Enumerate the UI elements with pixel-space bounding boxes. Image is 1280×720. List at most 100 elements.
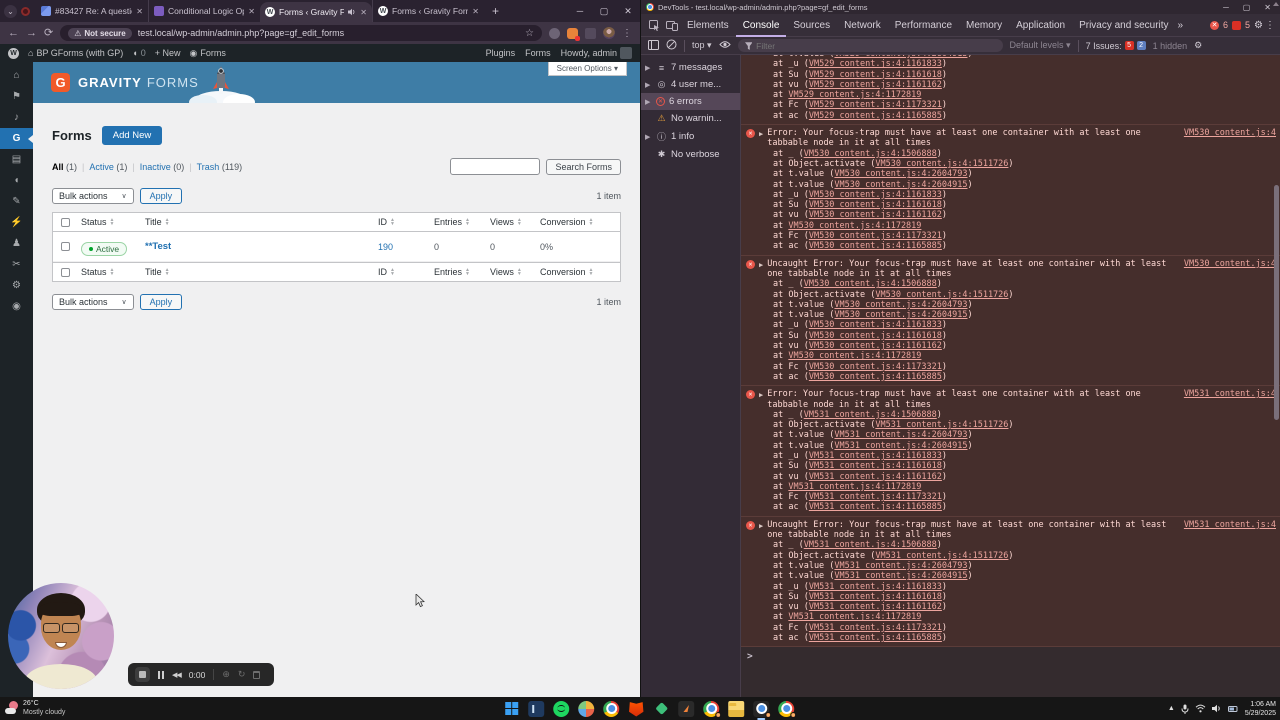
console-filter-item[interactable]: ▶ ≡ 7 messages bbox=[641, 59, 740, 76]
devtools-tab-console[interactable]: Console bbox=[736, 14, 787, 37]
minimize-button[interactable]: ─ bbox=[568, 6, 592, 17]
restart-icon[interactable]: ↻ bbox=[238, 669, 246, 680]
tab-audio-icon[interactable] bbox=[348, 8, 356, 16]
console-error-message[interactable]: ✕ ▶ Error: Your focus-trap must have at … bbox=[741, 125, 1280, 256]
console-sidebar-toggle-icon[interactable] bbox=[648, 39, 659, 52]
console-filter-item[interactable]: ▶ ◎ 4 user me... bbox=[641, 76, 740, 93]
clock-widget[interactable]: 1:06 AM 5/29/2025 bbox=[1245, 700, 1276, 718]
chrome-profile-2-icon[interactable] bbox=[753, 700, 772, 720]
trash-icon[interactable] bbox=[253, 670, 261, 679]
error-count-icon[interactable]: ✕ bbox=[1210, 20, 1219, 30]
console-prompt[interactable]: > bbox=[741, 647, 1280, 663]
console-filter-item[interactable]: ▶ ✱ No verbose bbox=[641, 146, 740, 163]
stack-frame-link[interactable]: VM531 content.js:4:2604793 bbox=[834, 430, 967, 440]
sidebar-item-tools[interactable]: ✂ bbox=[0, 254, 33, 275]
column-header-entries[interactable]: Entries ▲ ▼ bbox=[434, 217, 490, 227]
spotify-icon[interactable] bbox=[553, 700, 570, 717]
bulk-actions-select[interactable]: Bulk actions ∨ bbox=[52, 294, 134, 310]
brave-icon[interactable] bbox=[629, 702, 644, 717]
browser-tab[interactable]: #83427 Re: A question about G ✕ bbox=[36, 0, 148, 22]
clear-console-icon[interactable] bbox=[666, 39, 677, 52]
filter-link[interactable]: Active (1) bbox=[89, 162, 139, 172]
stack-frame-link[interactable]: VM531 content.js:4:1506888 bbox=[804, 410, 937, 420]
sidebar-item-media[interactable]: ♪ bbox=[0, 107, 33, 128]
console-filter-item[interactable]: ▶ ✕ 6 errors bbox=[641, 93, 740, 110]
reload-button[interactable]: ⟳ bbox=[44, 27, 53, 39]
sort-arrows-icon[interactable]: ▲ ▼ bbox=[465, 218, 470, 227]
form-title-link[interactable]: **Test bbox=[145, 241, 378, 252]
stack-frame-link[interactable]: VM529 content.js:4:1165885 bbox=[809, 111, 942, 121]
back-button[interactable]: ← bbox=[8, 27, 19, 39]
expand-triangle-icon[interactable]: ▶ bbox=[759, 390, 763, 400]
stack-frame-link[interactable]: VM531 content.js:4:1173321 bbox=[809, 492, 942, 502]
chrome-profile-3-icon[interactable] bbox=[778, 700, 797, 718]
sort-arrows-icon[interactable]: ▲ ▼ bbox=[110, 268, 115, 277]
stack-frame-link[interactable]: VM531 content.js:4:2604793 bbox=[834, 561, 967, 571]
stack-frame-link[interactable]: VM530 content.js:4:1511726 bbox=[875, 290, 1008, 300]
column-header-views[interactable]: Views ▲ ▼ bbox=[490, 217, 540, 227]
console-error-message[interactable]: ✕ ▶ Uncaught Error: Your focus-trap must… bbox=[741, 516, 1280, 648]
stack-frame-link[interactable]: VM530 content.js:4:1165885 bbox=[809, 241, 942, 251]
browser-tab[interactable]: Forms ‹ Gravity Forms ‹ BP ✕ bbox=[260, 2, 372, 22]
sort-arrows-icon[interactable]: ▲ ▼ bbox=[390, 218, 395, 227]
start-icon[interactable] bbox=[503, 701, 519, 717]
sidebar-item-posts[interactable]: ⚑ bbox=[0, 86, 33, 107]
tab-close-icon[interactable]: ✕ bbox=[248, 7, 255, 16]
column-header-id[interactable]: ID ▲ ▼ bbox=[378, 217, 434, 227]
stack-frame-link[interactable]: VM531 content.js:4:1161833 bbox=[809, 582, 942, 592]
snagit-icon[interactable] bbox=[678, 700, 695, 717]
stack-frame-link[interactable]: VM530 content.js:4:1173321 bbox=[809, 231, 942, 241]
apply-button[interactable]: Apply bbox=[139, 188, 183, 204]
maximize-button[interactable]: ▢ bbox=[592, 6, 616, 17]
stack-frame-link[interactable]: VM530 content.js:4:1172819 bbox=[788, 351, 921, 361]
expand-triangle-icon[interactable]: ▶ bbox=[759, 521, 763, 531]
tray-chevron-icon[interactable]: ▲ bbox=[1168, 705, 1175, 712]
devtools-tab-sources[interactable]: Sources bbox=[786, 14, 837, 37]
sidebar-item-gravity-forms[interactable]: G bbox=[0, 128, 33, 149]
stop-button[interactable] bbox=[135, 667, 150, 682]
sidebar-item-appearance[interactable]: ✎ bbox=[0, 191, 33, 212]
address-bar[interactable]: ⚠ Not secure test.local/wp-admin/admin.p… bbox=[60, 25, 542, 41]
stack-frame-link[interactable]: VM530 content.js:4:1161162 bbox=[809, 210, 942, 220]
stack-frame-link[interactable]: VM529 content.js:4:1161833 bbox=[809, 59, 942, 69]
console-error-message[interactable]: at t.value (VM529 content.js:4:2604915) … bbox=[741, 55, 1280, 126]
stack-frame-link[interactable]: VM530 content.js:4:2604915 bbox=[834, 310, 967, 320]
chrome-icon[interactable] bbox=[603, 700, 620, 717]
bulk-actions-select[interactable]: Bulk actions ∨ bbox=[52, 188, 134, 204]
sidebar-item-settings[interactable]: ⚙ bbox=[0, 275, 33, 296]
forward-button[interactable]: → bbox=[26, 27, 37, 39]
expand-triangle-icon[interactable]: ▶ bbox=[759, 129, 763, 139]
search-input[interactable] bbox=[450, 158, 541, 175]
eye-icon[interactable] bbox=[718, 40, 731, 51]
stack-frame-link[interactable]: VM529 content.js:4:1161618 bbox=[809, 70, 942, 80]
search-forms-button[interactable]: Search Forms bbox=[546, 158, 621, 175]
draw-tool-icon[interactable]: ⊕ bbox=[222, 669, 230, 680]
devtools-menu-icon[interactable]: ⋮ bbox=[1265, 20, 1275, 31]
pause-button[interactable] bbox=[158, 670, 164, 679]
stack-frame-link[interactable]: VM530 content.js:4:2604793 bbox=[834, 300, 967, 310]
device-toolbar-icon[interactable] bbox=[663, 20, 680, 31]
issue-count-icon[interactable] bbox=[1232, 20, 1242, 30]
extension-icon[interactable] bbox=[549, 27, 560, 39]
stack-frame-link[interactable]: VM529 content.js:4:1161162 bbox=[809, 80, 942, 90]
wordpress-logo-icon[interactable] bbox=[8, 47, 19, 59]
source-link[interactable]: VM530 content.js:4 bbox=[1184, 259, 1276, 269]
stack-frame-link[interactable]: VM530 content.js:4:1161833 bbox=[809, 190, 942, 200]
column-header-views[interactable]: Views ▲ ▼ bbox=[490, 267, 540, 277]
select-all-checkbox[interactable] bbox=[61, 217, 70, 227]
row-checkbox[interactable] bbox=[61, 242, 70, 251]
stack-frame-link[interactable]: VM529 content.js:4:1173321 bbox=[809, 100, 942, 110]
stack-frame-link[interactable]: VM530 content.js:4:1165885 bbox=[809, 372, 942, 382]
select-all-checkbox[interactable] bbox=[61, 267, 70, 277]
stack-frame-link[interactable]: VM531 content.js:4:1511726 bbox=[875, 420, 1008, 430]
column-header-title[interactable]: Title ▲ ▼ bbox=[145, 217, 378, 227]
stack-frame-link[interactable]: VM530 content.js:4:1506888 bbox=[804, 279, 937, 289]
speaker-icon[interactable] bbox=[1211, 704, 1222, 713]
stack-frame-link[interactable]: VM530 content.js:4:1173321 bbox=[809, 362, 942, 372]
maximize-button[interactable]: ▢ bbox=[1243, 3, 1251, 12]
stack-frame-link[interactable]: VM531 content.js:4:1173321 bbox=[809, 623, 942, 633]
stack-frame-link[interactable]: VM531 content.js:4:1172819 bbox=[788, 612, 921, 622]
profile-avatar[interactable] bbox=[603, 27, 615, 39]
stack-frame-link[interactable]: VM529 content.js:4:1172819 bbox=[788, 90, 921, 100]
source-link[interactable]: VM531 content.js:4 bbox=[1184, 520, 1276, 530]
